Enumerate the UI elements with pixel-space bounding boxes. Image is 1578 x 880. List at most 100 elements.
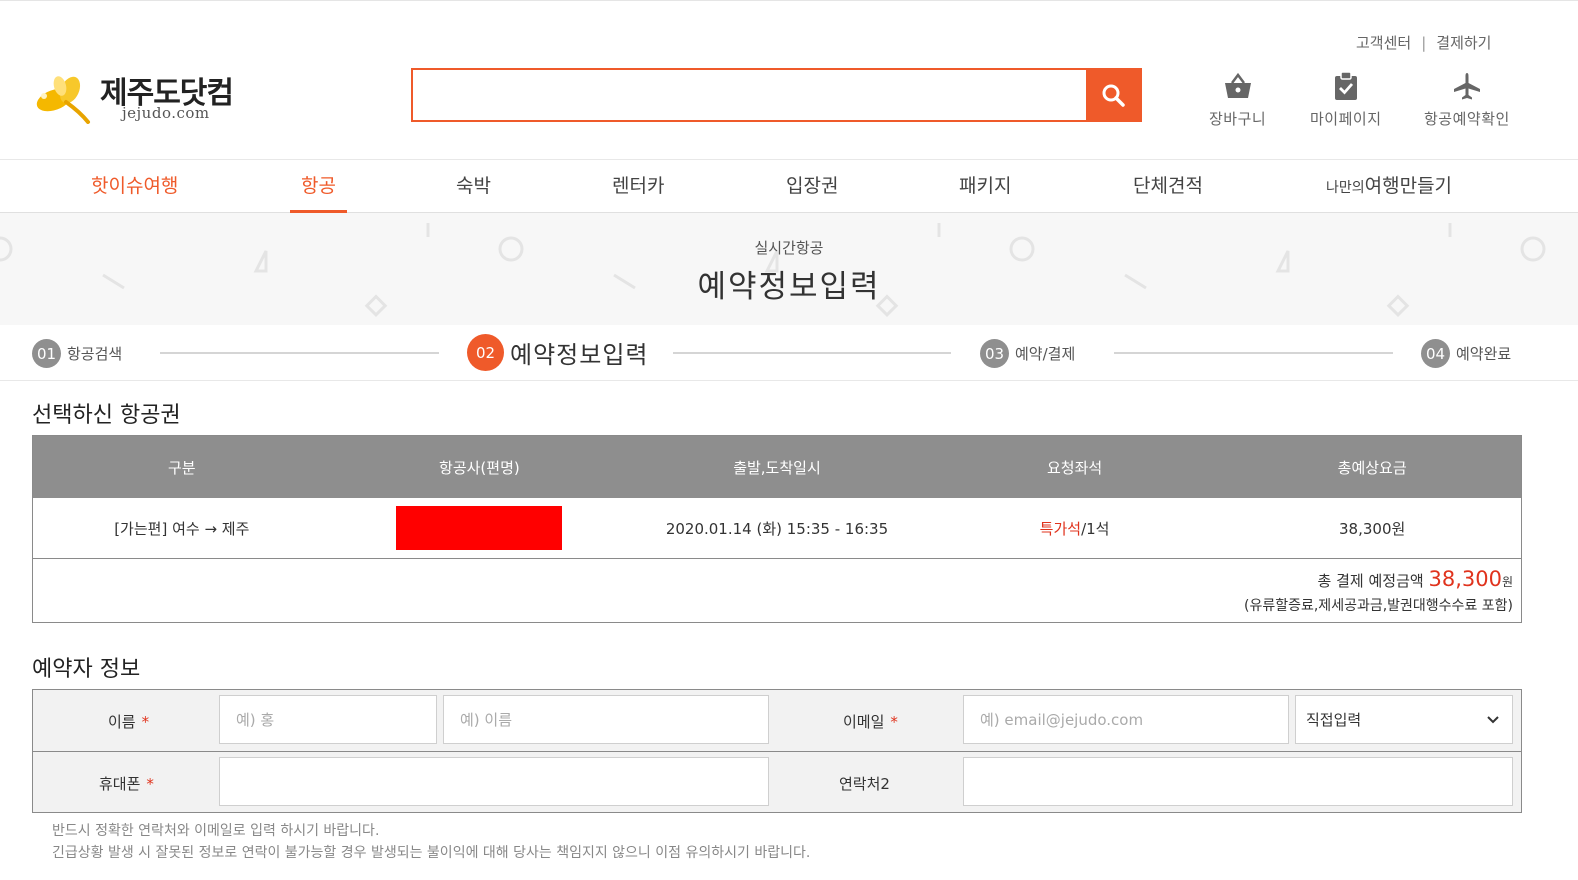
cart-label: 장바구니 xyxy=(1209,110,1267,128)
total-summary: 총 결제 예정금액 38,300원 (유류할증료,제세공과금,발권대행수수료 포… xyxy=(33,559,1521,622)
total-unit: 원 xyxy=(1501,575,1513,589)
phone-label: 휴대폰 * xyxy=(99,773,154,794)
logo-mark-icon xyxy=(36,76,90,124)
total-amount: 38,300 xyxy=(1428,567,1502,591)
nav-rentcar[interactable]: 렌터카 xyxy=(612,160,664,213)
page-title: 예약정보입력 xyxy=(697,269,881,305)
table-row: [가는편] 여수 → 제주 2020.01.14 (화) 15:35 - 16:… xyxy=(33,498,1521,559)
step-connector xyxy=(1114,352,1393,354)
email-label: 이메일 * xyxy=(843,711,898,732)
step-2-number: 02 xyxy=(467,334,504,371)
datetime-cell: 2020.01.14 (화) 15:35 - 16:35 xyxy=(665,519,889,538)
step-2-label: 예약정보입력 xyxy=(510,341,649,369)
banner-subtitle: 실시간항공 xyxy=(754,239,824,257)
utility-links: 고객센터 | 결제하기 xyxy=(1356,32,1491,53)
airline-cell xyxy=(331,498,629,558)
first-name-field[interactable]: 예) 이름 xyxy=(443,695,769,744)
phone-field[interactable] xyxy=(219,757,769,806)
step-3: 03 예약/결제 xyxy=(980,339,1075,368)
column-header: 요청좌석 xyxy=(1046,458,1103,477)
last-name-placeholder: 예) 홍 xyxy=(236,711,275,729)
flight-reservation-check-label: 항공예약확인 xyxy=(1424,110,1510,128)
nav-air[interactable]: 항공 xyxy=(290,160,347,213)
name-label-text: 이름 xyxy=(108,713,136,731)
contact-notice: 반드시 정확한 연락처와 이메일로 입력 하시기 바랍니다. 긴급상황 발생 시… xyxy=(52,820,810,864)
step-1-label: 항공검색 xyxy=(67,345,123,363)
search-bar xyxy=(411,68,1142,122)
notice-line-1: 반드시 정확한 연락처와 이메일로 입력 하시기 바랍니다. xyxy=(52,823,380,839)
email-label-text: 이메일 xyxy=(843,713,885,731)
main-navigation: 핫이슈여행 항공 숙박 렌터카 입장권 패키지 단체견적 나만의여행만들기 xyxy=(0,159,1578,213)
step-1-number: 01 xyxy=(32,339,61,368)
clipboard-check-icon xyxy=(1333,70,1359,102)
step-1: 01 항공검색 xyxy=(32,339,122,368)
reserver-form: 이름 * 예) 홍 예) 이름 이메일 * 예) email@jejudo.com … xyxy=(32,689,1522,813)
step-connector xyxy=(160,352,439,354)
required-mark: * xyxy=(141,713,150,731)
selected-ticket-title: 선택하신 항공권 xyxy=(32,403,181,428)
contact2-field[interactable] xyxy=(963,757,1513,806)
seat-type: 특가석 xyxy=(1039,519,1082,538)
column-header: 항공사(편명) xyxy=(439,458,520,477)
search-icon xyxy=(1102,84,1125,107)
customer-center-link[interactable]: 고객센터 xyxy=(1356,32,1411,53)
airplane-icon xyxy=(1453,70,1481,102)
search-button[interactable] xyxy=(1086,70,1140,120)
site-logo[interactable]: 제주도닷컴 jejudo.com xyxy=(30,66,250,126)
table-header: 구분 항공사(편명) 출발,도착일시 요청좌석 총예상요금 xyxy=(33,436,1521,498)
step-3-number: 03 xyxy=(980,339,1009,368)
total-label: 총 결제 예정금액 xyxy=(1317,572,1424,590)
column-header: 출발,도착일시 xyxy=(733,458,821,477)
progress-steps: 01 항공검색 02 예약정보입력 03 예약/결제 04 예약완료 xyxy=(0,325,1578,381)
seat-cell: 특가석/1석 xyxy=(926,498,1224,558)
email-domain-select[interactable]: 직접입력 xyxy=(1295,695,1513,744)
step-4: 04 예약완료 xyxy=(1421,339,1511,368)
page-banner: 실시간항공 예약정보입력 xyxy=(0,213,1578,325)
chevron-down-icon xyxy=(1487,715,1499,723)
contact2-label: 연락처2 xyxy=(839,775,890,793)
reserver-title: 예약자 정보 xyxy=(32,657,141,682)
nav-group-quote[interactable]: 단체견적 xyxy=(1133,160,1203,213)
nav-custom-trip[interactable]: 나만의여행만들기 xyxy=(1326,160,1452,213)
required-mark: * xyxy=(890,713,898,731)
last-name-field[interactable]: 예) 홍 xyxy=(219,695,437,744)
required-mark: * xyxy=(146,775,154,793)
mypage-link[interactable]: 마이페이지 xyxy=(1310,70,1382,129)
step-3-label: 예약/결제 xyxy=(1015,345,1076,363)
row-divider xyxy=(33,751,1521,752)
first-name-placeholder: 예) 이름 xyxy=(460,711,513,729)
nav-hot-issue[interactable]: 핫이슈여행 xyxy=(91,160,178,213)
name-label: 이름 * xyxy=(108,711,149,732)
mypage-label: 마이페이지 xyxy=(1310,110,1382,128)
step-2-current: 02 예약정보입력 xyxy=(467,334,648,371)
nav-ticket[interactable]: 입장권 xyxy=(786,160,838,213)
email-placeholder: 예) email@jejudo.com xyxy=(980,711,1144,729)
segment-cell: [가는편] 여수 → 제주 xyxy=(114,519,250,538)
total-note: (유류할증료,제세공과금,발권대행수수료 포함) xyxy=(1244,598,1513,614)
checkout-link[interactable]: 결제하기 xyxy=(1436,32,1491,53)
total-line: 총 결제 예정금액 38,300원 xyxy=(33,567,1513,591)
email-field[interactable]: 예) email@jejudo.com xyxy=(963,695,1289,744)
step-connector xyxy=(673,352,951,354)
nav-stay[interactable]: 숙박 xyxy=(456,160,491,213)
nav-custom-main: 여행만들기 xyxy=(1364,175,1453,197)
logo-english: jejudo.com xyxy=(122,104,210,122)
redacted-airline xyxy=(396,506,563,550)
phone-label-text: 휴대폰 xyxy=(99,775,141,793)
column-header: 구분 xyxy=(167,458,196,477)
selected-ticket-table: 구분 항공사(편명) 출발,도착일시 요청좌석 총예상요금 [가는편] 여수 →… xyxy=(32,435,1522,623)
basket-icon xyxy=(1223,70,1253,102)
search-input[interactable] xyxy=(413,70,1086,120)
seat-count: /1석 xyxy=(1081,519,1110,538)
step-4-label: 예약완료 xyxy=(1456,345,1512,363)
flight-reservation-check-link[interactable]: 항공예약확인 xyxy=(1424,70,1510,129)
cart-link[interactable]: 장바구니 xyxy=(1209,70,1266,129)
nav-package[interactable]: 패키지 xyxy=(959,160,1011,213)
fare-cell: 38,300원 xyxy=(1339,519,1406,538)
step-4-number: 04 xyxy=(1421,339,1450,368)
util-separator: | xyxy=(1421,33,1427,52)
email-domain-value: 직접입력 xyxy=(1306,711,1362,729)
top-border xyxy=(0,0,1578,3)
column-header: 총예상요금 xyxy=(1337,458,1407,477)
nav-custom-prefix: 나만의 xyxy=(1326,180,1365,196)
